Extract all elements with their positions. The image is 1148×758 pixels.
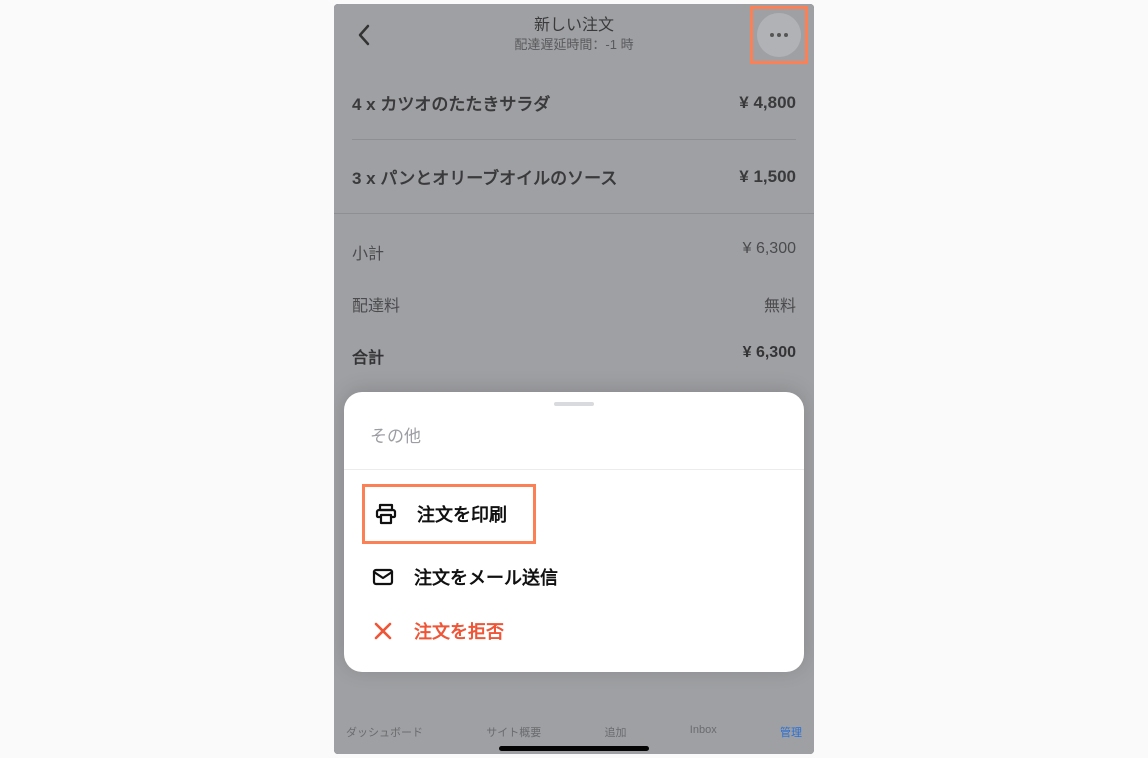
header-titles: 新しい注文 配達遅延時間：-1 時 [514, 16, 633, 54]
shipping-label: 配達料 [352, 292, 400, 316]
nav-overview[interactable]: サイト概要 [486, 724, 541, 740]
nav-manage[interactable]: 管理 [780, 724, 802, 740]
item-price: ¥ 1,500 [739, 167, 796, 187]
close-icon [370, 618, 396, 644]
shipping-value: 無料 [764, 292, 796, 316]
page-subtitle: 配達遅延時間：-1 時 [514, 37, 633, 54]
mail-icon [370, 564, 396, 590]
total-row: 合計 ¥ 6,300 [352, 330, 796, 382]
nav-inbox[interactable]: Inbox [690, 724, 717, 740]
order-line: 4 x カツオのたたきサラダ ¥ 4,800 [352, 66, 796, 139]
reject-label: 注文を拒否 [414, 618, 504, 644]
printer-icon [373, 501, 399, 527]
bottom-sheet: その他 注文を印刷 [344, 392, 804, 672]
dots-horizontal-icon [769, 32, 789, 38]
back-button[interactable] [348, 19, 380, 51]
more-button-highlight [750, 6, 808, 64]
order-totals: 小計 ¥ 6,300 配達料 無料 合計 ¥ 6,300 [334, 213, 814, 382]
item-label: 3 x パンとオリーブオイルのソース [352, 164, 617, 189]
header: 新しい注文 配達遅延時間：-1 時 [334, 4, 814, 66]
total-value: ¥ 6,300 [743, 344, 796, 368]
subtotal-value: ¥ 6,300 [743, 240, 796, 264]
sheet-title: その他 [344, 412, 804, 470]
nav-dashboard[interactable]: ダッシュボード [346, 724, 423, 740]
more-button[interactable] [757, 13, 801, 57]
print-label: 注文を印刷 [417, 501, 507, 527]
order-line: 3 x パンとオリーブオイルのソース ¥ 1,500 [352, 139, 796, 213]
order-items: 4 x カツオのたたきサラダ ¥ 4,800 3 x パンとオリーブオイルのソー… [334, 66, 814, 213]
email-label: 注文をメール送信 [414, 564, 558, 590]
email-order-option[interactable]: 注文をメール送信 [362, 550, 786, 604]
print-order-option[interactable]: 注文を印刷 [365, 487, 515, 541]
sheet-body: 注文を印刷 注文をメール送信 注文を拒否 [344, 470, 804, 662]
subtotal-label: 小計 [352, 240, 384, 264]
total-label: 合計 [352, 344, 384, 368]
bottom-nav: ダッシュボード サイト概要 追加 Inbox 管理 [334, 724, 814, 740]
subtotal-row: 小計 ¥ 6,300 [352, 226, 796, 278]
phone-screen: 新しい注文 配達遅延時間：-1 時 4 x カツオのたたきサラダ ¥ 4,800… [334, 4, 814, 754]
nav-add[interactable]: 追加 [605, 724, 627, 740]
home-indicator[interactable] [499, 746, 649, 751]
page-title: 新しい注文 [514, 16, 633, 37]
sheet-handle[interactable] [554, 402, 594, 406]
chevron-left-icon [357, 24, 371, 46]
item-label: 4 x カツオのたたきサラダ [352, 90, 550, 115]
print-option-highlight: 注文を印刷 [362, 484, 536, 544]
reject-order-option[interactable]: 注文を拒否 [362, 604, 786, 658]
shipping-row: 配達料 無料 [352, 278, 796, 330]
item-price: ¥ 4,800 [739, 93, 796, 113]
